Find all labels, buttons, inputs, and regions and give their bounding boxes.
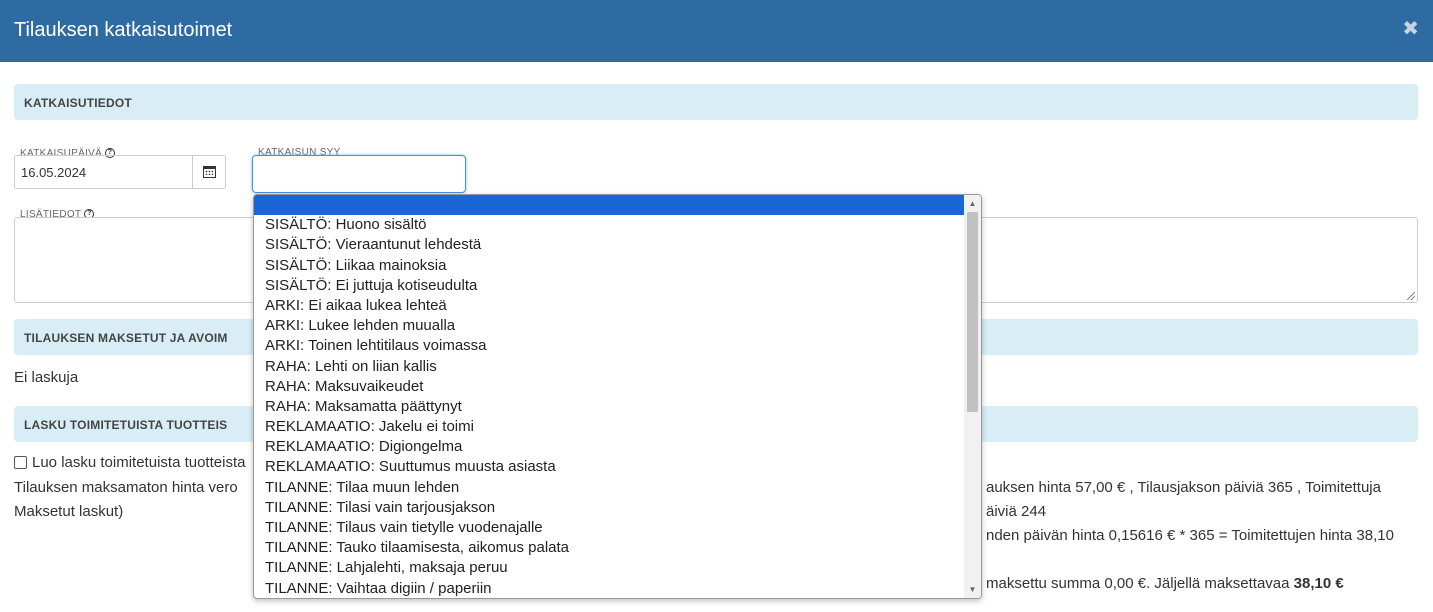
dropdown-options: SISÄLTÖ: Huono sisältö SISÄLTÖ: Vieraantu… xyxy=(254,195,981,598)
calendar-button[interactable] xyxy=(192,155,226,189)
dropdown-option[interactable]: SISÄLTÖ: Huono sisältö xyxy=(254,215,964,235)
close-icon[interactable]: ✖ xyxy=(1402,16,1419,41)
dropdown-option[interactable]: RAHA: Maksamatta päättynyt xyxy=(254,397,964,417)
dropdown-option[interactable]: TILANNE: Tilasi vain tarjousjakson xyxy=(254,498,964,518)
dropdown-option[interactable]: TILANNE: Lahjalehti, maksaja peruu xyxy=(254,558,964,578)
dropdown-option[interactable]: RAHA: Lehti on liian kallis xyxy=(254,357,964,377)
dropdown-option[interactable]: RAHA: Maksuvaikeudet xyxy=(254,377,964,397)
dropdown-option[interactable]: ARKI: Toinen lehtitilaus voimassa xyxy=(254,336,964,356)
dropdown-scrollbar[interactable]: ▲ ▼ xyxy=(964,195,981,598)
dropdown-option[interactable]: TILANNE: Tauko tilaamisesta, aikomus pal… xyxy=(254,538,964,558)
invoice-detail-3: nden päivän hinta 0,15616 € * 365 = Toim… xyxy=(986,527,1394,544)
reason-dropdown-list[interactable]: SISÄLTÖ: Huono sisältö SISÄLTÖ: Vieraantu… xyxy=(253,194,982,599)
dropdown-option[interactable]: SISÄLTÖ: Ei juttuja kotiseudulta xyxy=(254,276,964,296)
dropdown-option[interactable]: TILANNE: Tilaus vain tietylle vuodenajal… xyxy=(254,518,964,538)
no-invoices-text: Ei laskuja xyxy=(14,369,79,386)
dropdown-option[interactable]: SISÄLTÖ: Liikaa mainoksia xyxy=(254,256,964,276)
section-details: KATKAISUTIEDOT xyxy=(14,84,1418,120)
invoice-line-2: Maksetut laskut) xyxy=(14,503,124,520)
invoice-detail-2: äiviä 244 xyxy=(986,503,1047,520)
scroll-up-icon[interactable]: ▲ xyxy=(964,195,981,212)
cutoff-date-input[interactable]: 16.05.2024 xyxy=(14,155,193,189)
scroll-thumb[interactable] xyxy=(967,212,978,412)
calendar-icon xyxy=(203,166,216,178)
dialog-header: Tilauksen katkaisutoimet ✖ xyxy=(0,0,1433,62)
checkbox-label: Luo lasku toimitetuista tuotteista xyxy=(32,454,246,471)
resize-handle[interactable] xyxy=(1407,292,1415,300)
invoice-detail-4: maksettu summa 0,00 €. Jäljellä maksetta… xyxy=(986,575,1344,592)
dropdown-option[interactable]: SISÄLTÖ: Vieraantunut lehdestä xyxy=(254,235,964,255)
dropdown-option[interactable]: REKLAMAATIO: Digiongelma xyxy=(254,437,964,457)
dropdown-option[interactable]: TILANNE: Vaihtaa digiin / paperiin xyxy=(254,579,964,598)
reason-select[interactable] xyxy=(252,155,466,193)
dropdown-option[interactable]: REKLAMAATIO: Jakelu ei toimi xyxy=(254,417,964,437)
create-invoice-checkbox[interactable] xyxy=(14,456,27,469)
dropdown-option[interactable]: ARKI: Ei aikaa lukea lehteä xyxy=(254,296,964,316)
scroll-down-icon[interactable]: ▼ xyxy=(964,581,981,598)
dropdown-option[interactable]: TILANNE: Tilaa muun lehden xyxy=(254,478,964,498)
invoice-line-1: Tilauksen maksamaton hinta vero xyxy=(14,479,238,496)
dialog-title: Tilauksen katkaisutoimet xyxy=(14,19,233,41)
dropdown-option[interactable]: REKLAMAATIO: Suuttumus muusta asiasta xyxy=(254,457,964,477)
dropdown-option[interactable] xyxy=(254,195,964,216)
invoice-detail-1: auksen hinta 57,00 € , Tilausjakson päiv… xyxy=(986,479,1381,496)
remaining-amount: 38,10 € xyxy=(1293,575,1344,592)
dropdown-option[interactable]: ARKI: Lukee lehden muualla xyxy=(254,316,964,336)
